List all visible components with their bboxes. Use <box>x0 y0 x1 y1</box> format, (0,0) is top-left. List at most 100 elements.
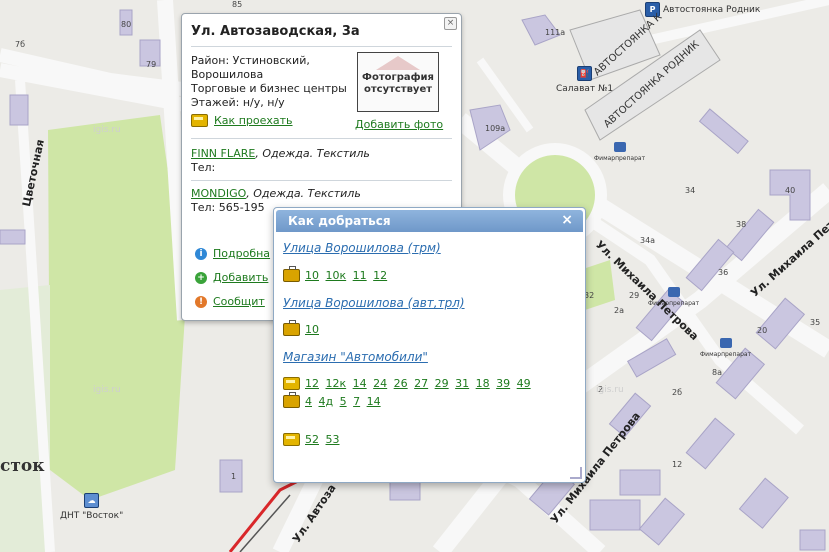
poi-pharmacy[interactable]: Фимарпрепарат <box>700 338 751 358</box>
route-number-link[interactable]: 24 <box>373 377 387 390</box>
house-number: 12 <box>672 460 683 469</box>
pharmacy-icon <box>719 338 732 348</box>
house-number: 2а <box>614 306 624 315</box>
details-action[interactable]: i Подробна <box>195 247 270 260</box>
route-number-link[interactable]: 12к <box>326 377 347 390</box>
route-number-link[interactable]: 10к <box>326 269 347 282</box>
add-action[interactable]: + Добавить <box>195 271 268 284</box>
report-action[interactable]: ! Сообщит <box>195 295 265 308</box>
route-numbers: 12 12к 14 24 26 27 29 31 18 39 49 <box>305 377 534 390</box>
route-link[interactable]: Как проехать <box>191 114 293 127</box>
report-link[interactable]: Сообщит <box>213 295 265 308</box>
house-number: 40 <box>785 186 796 195</box>
route-number-link[interactable]: 14 <box>353 377 367 390</box>
route-number-link[interactable]: 18 <box>476 377 490 390</box>
route-number-link[interactable]: 29 <box>435 377 449 390</box>
house-number: 38 <box>736 220 747 229</box>
watermark: igis.ru <box>93 385 121 395</box>
photo-missing-label: Фотография отсутствует <box>362 72 434 95</box>
house-number: 2б <box>672 388 683 397</box>
poi-label: Салават №1 <box>556 84 614 94</box>
shop-entry: FINN FLARE, Одежда. Текстиль Тел: <box>191 147 370 175</box>
tram-icon <box>283 266 300 282</box>
route-number-link[interactable]: 49 <box>517 377 531 390</box>
resize-handle[interactable] <box>570 467 582 479</box>
house-number: 79 <box>146 60 157 69</box>
details-link[interactable]: Подробна <box>213 247 270 260</box>
poi-salavat[interactable]: ⛽ Салават №1 <box>556 66 613 94</box>
info-meta: Район: Устиновский, Ворошилова Торговые … <box>191 54 347 110</box>
poi-label: Фимарпрепарат <box>700 351 752 358</box>
route-line: 10 10к 11 12 <box>283 266 390 282</box>
route-number-link[interactable]: 10 <box>305 269 319 282</box>
park-area <box>48 115 186 500</box>
directions-title: Как добраться <box>288 214 391 228</box>
poi-pharmacy[interactable]: Фимарпрепарат <box>648 287 699 307</box>
floors: Этажей: н/у, н/у <box>191 96 285 109</box>
cloud-icon: ☁ <box>84 493 100 508</box>
route-number-link[interactable]: 10 <box>305 323 319 336</box>
route-number-link[interactable]: 39 <box>496 377 510 390</box>
route-link-label[interactable]: Как проехать <box>214 114 293 127</box>
divider <box>191 46 452 47</box>
pharmacy-icon <box>613 142 626 152</box>
route-numbers: 4 4д 5 7 14 <box>305 395 384 408</box>
route-number-link[interactable]: 26 <box>394 377 408 390</box>
route-numbers: 10 10к 11 12 <box>305 269 390 282</box>
directions-popup: Как добраться × Улица Ворошилова (трм) 1… <box>273 207 586 483</box>
district-2: Ворошилова <box>191 68 264 81</box>
stop-name-link[interactable]: Улица Ворошилова (авт,трл) <box>283 296 465 310</box>
route-number-link[interactable]: 7 <box>353 395 360 408</box>
watermark: igis.ru <box>596 385 624 395</box>
route-line: 10 <box>283 320 322 336</box>
house-number: 1 <box>231 472 237 481</box>
poi-parking-rodnik[interactable]: P Автостоянка Родник <box>645 2 760 17</box>
poi-label: Фимарпрепарат <box>594 155 646 162</box>
route-number-link[interactable]: 31 <box>455 377 469 390</box>
route-number-link[interactable]: 4д <box>319 395 334 408</box>
directions-header[interactable]: Как добраться × <box>276 210 583 232</box>
photo-placeholder: Фотография отсутствует <box>357 52 439 112</box>
shop-type: , Одежда. Текстиль <box>246 187 361 200</box>
shop-name-link[interactable]: FINN FLARE <box>191 147 255 160</box>
route-number-link[interactable]: 11 <box>353 269 367 282</box>
bus-icon <box>283 377 300 390</box>
house-number: 34 <box>685 186 696 195</box>
poi-dnt-vostok[interactable]: ☁ ДНТ "Восток" <box>60 493 123 521</box>
stop-name-link[interactable]: Магазин "Автомобили" <box>283 350 428 364</box>
poi-label: ДНТ "Восток" <box>60 511 124 521</box>
house-number: 7б <box>15 40 26 49</box>
house-number: 36 <box>718 268 729 277</box>
plus-icon: + <box>195 271 207 284</box>
watermark: igis.ru <box>93 125 121 135</box>
route-line: 4 4д 5 7 14 <box>283 392 384 408</box>
shop-type: , Одежда. Текстиль <box>255 147 370 160</box>
add-link[interactable]: Добавить <box>213 271 268 284</box>
route-number-link[interactable]: 12 <box>305 377 319 390</box>
route-number-link[interactable]: 4 <box>305 395 312 408</box>
add-photo-link[interactable]: Добавить фото <box>355 118 443 131</box>
close-icon[interactable]: × <box>561 212 573 228</box>
route-line: 52 53 <box>283 433 343 446</box>
shop-phone: Тел: <box>191 161 216 174</box>
route-number-link[interactable]: 5 <box>340 395 347 408</box>
house-number: 85 <box>232 0 243 9</box>
shop-name-link[interactable]: MONDIGO <box>191 187 246 200</box>
house-number: 20 <box>757 326 768 335</box>
trolleybus-icon <box>283 392 300 408</box>
route-number-link[interactable]: 27 <box>414 377 428 390</box>
poi-pharmacy[interactable]: Фимарпрепарат <box>594 142 645 162</box>
poi-label: Автостоянка Родник <box>663 4 761 15</box>
route-line: 12 12к 14 24 26 27 29 31 18 39 49 <box>283 377 534 390</box>
route-number-link[interactable]: 52 <box>305 433 319 446</box>
route-number-link[interactable]: 53 <box>326 433 340 446</box>
divider <box>191 138 452 139</box>
route-numbers: 10 <box>305 323 322 336</box>
close-icon[interactable]: × <box>444 17 457 30</box>
house-icon <box>376 56 420 70</box>
stop-name-link[interactable]: Улица Ворошилова (трм) <box>283 241 441 255</box>
bus-icon <box>191 114 208 127</box>
route-number-link[interactable]: 12 <box>373 269 387 282</box>
house-number: 111а <box>545 28 566 37</box>
route-number-link[interactable]: 14 <box>367 395 381 408</box>
